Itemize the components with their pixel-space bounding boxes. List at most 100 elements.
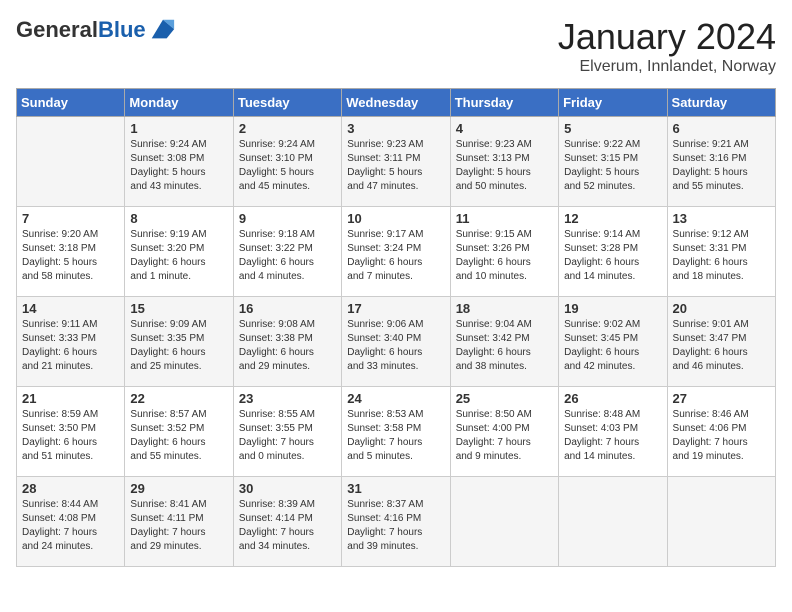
day-number: 28 [22,481,119,496]
calendar-cell: 2 Sunrise: 9:24 AM Sunset: 3:10 PM Daylig… [233,117,341,207]
day-info: Sunrise: 9:02 AM Sunset: 3:45 PM Dayligh… [564,318,661,374]
day-number: 27 [673,391,770,406]
calendar-cell: 17 Sunrise: 9:06 AM Sunset: 3:40 PM Dayli… [342,297,450,387]
day-of-week-header: Monday [125,89,233,117]
day-info: Sunrise: 9:18 AM Sunset: 3:22 PM Dayligh… [239,228,336,284]
day-info: Sunrise: 8:37 AM Sunset: 4:16 PM Dayligh… [347,498,444,554]
calendar-cell: 21 Sunrise: 8:59 AM Sunset: 3:50 PM Dayli… [17,387,125,477]
day-number: 11 [456,211,553,226]
day-number: 26 [564,391,661,406]
calendar-cell: 19 Sunrise: 9:02 AM Sunset: 3:45 PM Dayli… [559,297,667,387]
day-number: 23 [239,391,336,406]
calendar-cell: 27 Sunrise: 8:46 AM Sunset: 4:06 PM Dayli… [667,387,775,477]
day-number: 12 [564,211,661,226]
day-info: Sunrise: 8:59 AM Sunset: 3:50 PM Dayligh… [22,408,119,464]
day-info: Sunrise: 8:57 AM Sunset: 3:52 PM Dayligh… [130,408,227,464]
day-info: Sunrise: 8:44 AM Sunset: 4:08 PM Dayligh… [22,498,119,554]
calendar-cell: 1 Sunrise: 9:24 AM Sunset: 3:08 PM Daylig… [125,117,233,207]
day-number: 16 [239,301,336,316]
month-year-title: January 2024 [558,16,776,58]
day-of-week-header: Tuesday [233,89,341,117]
calendar-week-row: 14Sunrise: 9:11 AM Sunset: 3:33 PM Dayli… [17,297,776,387]
day-info: Sunrise: 9:12 AM Sunset: 3:31 PM Dayligh… [673,228,770,284]
logo-blue-text: Blue [98,17,146,42]
day-of-week-header: Sunday [17,89,125,117]
calendar-cell: 8Sunrise: 9:19 AM Sunset: 3:20 PM Daylig… [125,207,233,297]
day-number: 2 [239,121,336,136]
day-of-week-header: Thursday [450,89,558,117]
day-info: Sunrise: 9:01 AM Sunset: 3:47 PM Dayligh… [673,318,770,374]
calendar-week-row: 21 Sunrise: 8:59 AM Sunset: 3:50 PM Dayli… [17,387,776,477]
day-info: Sunrise: 9:22 AM Sunset: 3:15 PM Dayligh… [564,138,661,194]
day-number: 19 [564,301,661,316]
calendar-cell [667,477,775,567]
calendar-table: SundayMondayTuesdayWednesdayThursdayFrid… [16,88,776,567]
day-number: 15 [130,301,227,316]
day-info: Sunrise: 9:23 AM Sunset: 3:11 PM Dayligh… [347,138,444,194]
location-subtitle: Elverum, Innlandet, Norway [558,58,776,76]
logo-general-text: General [16,17,98,42]
calendar-cell: 12 Sunrise: 9:14 AM Sunset: 3:28 PM Dayli… [559,207,667,297]
day-number: 6 [673,121,770,136]
day-number: 30 [239,481,336,496]
day-number: 21 [22,391,119,406]
day-number: 18 [456,301,553,316]
day-number: 24 [347,391,444,406]
calendar-cell: 3 Sunrise: 9:23 AM Sunset: 3:11 PM Daylig… [342,117,450,207]
day-info: Sunrise: 8:55 AM Sunset: 3:55 PM Dayligh… [239,408,336,464]
day-info: Sunrise: 8:39 AM Sunset: 4:14 PM Dayligh… [239,498,336,554]
day-info: Sunrise: 9:08 AM Sunset: 3:38 PM Dayligh… [239,318,336,374]
calendar-cell: 24 Sunrise: 8:53 AM Sunset: 3:58 PM Dayli… [342,387,450,477]
day-info: Sunrise: 9:14 AM Sunset: 3:28 PM Dayligh… [564,228,661,284]
day-number: 17 [347,301,444,316]
day-info: Sunrise: 8:41 AM Sunset: 4:11 PM Dayligh… [130,498,227,554]
calendar-cell: 11Sunrise: 9:15 AM Sunset: 3:26 PM Dayli… [450,207,558,297]
day-number: 3 [347,121,444,136]
day-number: 7 [22,211,119,226]
calendar-cell: 6 Sunrise: 9:21 AM Sunset: 3:16 PM Daylig… [667,117,775,207]
calendar-cell: 28 Sunrise: 8:44 AM Sunset: 4:08 PM Dayli… [17,477,125,567]
day-info: Sunrise: 9:11 AM Sunset: 3:33 PM Dayligh… [22,318,119,374]
day-number: 25 [456,391,553,406]
day-info: Sunrise: 9:06 AM Sunset: 3:40 PM Dayligh… [347,318,444,374]
calendar-cell: 4Sunrise: 9:23 AM Sunset: 3:13 PM Daylig… [450,117,558,207]
calendar-cell: 20 Sunrise: 9:01 AM Sunset: 3:47 PM Dayli… [667,297,775,387]
day-number: 5 [564,121,661,136]
calendar-cell: 30 Sunrise: 8:39 AM Sunset: 4:14 PM Dayli… [233,477,341,567]
calendar-cell: 7Sunrise: 9:20 AM Sunset: 3:18 PM Daylig… [17,207,125,297]
calendar-cell: 15Sunrise: 9:09 AM Sunset: 3:35 PM Dayli… [125,297,233,387]
header: GeneralBlue January 2024 Elverum, Innlan… [16,16,776,76]
calendar-cell: 5 Sunrise: 9:22 AM Sunset: 3:15 PM Daylig… [559,117,667,207]
day-of-week-header: Wednesday [342,89,450,117]
day-number: 9 [239,211,336,226]
calendar-cell: 16 Sunrise: 9:08 AM Sunset: 3:38 PM Dayli… [233,297,341,387]
day-info: Sunrise: 9:17 AM Sunset: 3:24 PM Dayligh… [347,228,444,284]
day-info: Sunrise: 9:21 AM Sunset: 3:16 PM Dayligh… [673,138,770,194]
calendar-cell [559,477,667,567]
calendar-cell: 31Sunrise: 8:37 AM Sunset: 4:16 PM Dayli… [342,477,450,567]
day-info: Sunrise: 8:46 AM Sunset: 4:06 PM Dayligh… [673,408,770,464]
day-info: Sunrise: 9:19 AM Sunset: 3:20 PM Dayligh… [130,228,227,284]
calendar-cell: 18 Sunrise: 9:04 AM Sunset: 3:42 PM Dayli… [450,297,558,387]
logo: GeneralBlue [16,16,176,44]
day-info: Sunrise: 8:48 AM Sunset: 4:03 PM Dayligh… [564,408,661,464]
calendar-header-row: SundayMondayTuesdayWednesdayThursdayFrid… [17,89,776,117]
day-info: Sunrise: 9:24 AM Sunset: 3:08 PM Dayligh… [130,138,227,194]
day-info: Sunrise: 9:04 AM Sunset: 3:42 PM Dayligh… [456,318,553,374]
day-info: Sunrise: 8:50 AM Sunset: 4:00 PM Dayligh… [456,408,553,464]
day-number: 29 [130,481,227,496]
day-number: 22 [130,391,227,406]
calendar-cell: 13 Sunrise: 9:12 AM Sunset: 3:31 PM Dayli… [667,207,775,297]
day-info: Sunrise: 8:53 AM Sunset: 3:58 PM Dayligh… [347,408,444,464]
day-of-week-header: Saturday [667,89,775,117]
calendar-cell [450,477,558,567]
calendar-cell: 29 Sunrise: 8:41 AM Sunset: 4:11 PM Dayli… [125,477,233,567]
day-number: 13 [673,211,770,226]
day-number: 4 [456,121,553,136]
day-of-week-header: Friday [559,89,667,117]
day-number: 10 [347,211,444,226]
day-number: 20 [673,301,770,316]
calendar-cell: 25 Sunrise: 8:50 AM Sunset: 4:00 PM Dayli… [450,387,558,477]
day-number: 1 [130,121,227,136]
day-info: Sunrise: 9:24 AM Sunset: 3:10 PM Dayligh… [239,138,336,194]
